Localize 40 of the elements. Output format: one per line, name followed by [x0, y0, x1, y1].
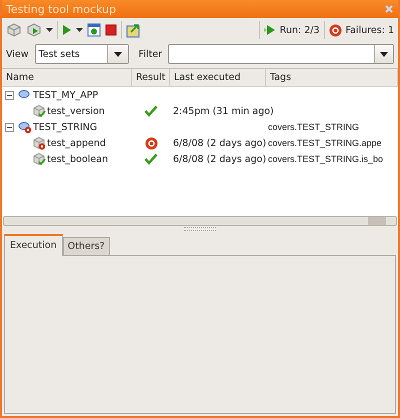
test-name[interactable]: test_boolean — [47, 154, 108, 164]
column-header[interactable]: Tags — [266, 69, 398, 86]
filter-label: Filter — [138, 48, 162, 60]
tab[interactable]: Execution — [4, 234, 63, 256]
run-count: Run: 2/3 — [280, 24, 320, 36]
window-icon[interactable] — [87, 23, 101, 37]
caret-icon — [114, 52, 122, 56]
test-name[interactable]: test_append — [47, 138, 106, 148]
failure-count: Failures: 1 — [346, 24, 394, 36]
table-cell: 6/8/08 (2 days ago) — [173, 154, 266, 164]
table-cell: 2:45pm (31 min ago) — [173, 106, 274, 116]
table-cell: covers.TEST_STRING — [268, 122, 360, 132]
minus-icon — [7, 124, 12, 130]
collapse-toggle[interactable] — [5, 90, 14, 100]
view-dropdown[interactable]: Test sets — [34, 44, 129, 64]
caret-icon — [380, 52, 388, 56]
collapse-toggle[interactable] — [5, 122, 14, 132]
group-name[interactable]: TEST_MY_APP — [33, 90, 98, 100]
view-label: View — [6, 48, 29, 60]
filter-field[interactable] — [168, 44, 394, 64]
caret-icon[interactable] — [46, 28, 53, 32]
stop-icon[interactable] — [105, 24, 117, 36]
splitter-handle[interactable] — [184, 227, 216, 231]
export-icon[interactable] — [126, 22, 141, 38]
column-header[interactable]: Name — [2, 69, 132, 86]
minus-icon — [7, 92, 12, 98]
test-name[interactable]: test_version — [47, 106, 105, 116]
table-cell: covers.TEST_STRING.is_bo — [268, 154, 384, 164]
play-icon — [264, 24, 276, 36]
table-cell: covers.TEST_STRING.appe — [268, 138, 382, 148]
cubes-icon[interactable] — [6, 22, 22, 38]
horizontal-scrollbar[interactable] — [3, 216, 397, 226]
column-header[interactable]: Last executed — [170, 69, 266, 86]
caret-icon[interactable] — [76, 28, 83, 32]
column-header[interactable]: Result — [132, 69, 170, 86]
window-title: Testing tool mockup — [6, 2, 116, 16]
error-icon — [328, 24, 342, 36]
tab[interactable]: Others? — [62, 237, 110, 255]
table-cell: 6/8/08 (2 days ago) — [173, 138, 266, 148]
group-name[interactable]: TEST_STRING — [33, 122, 98, 132]
